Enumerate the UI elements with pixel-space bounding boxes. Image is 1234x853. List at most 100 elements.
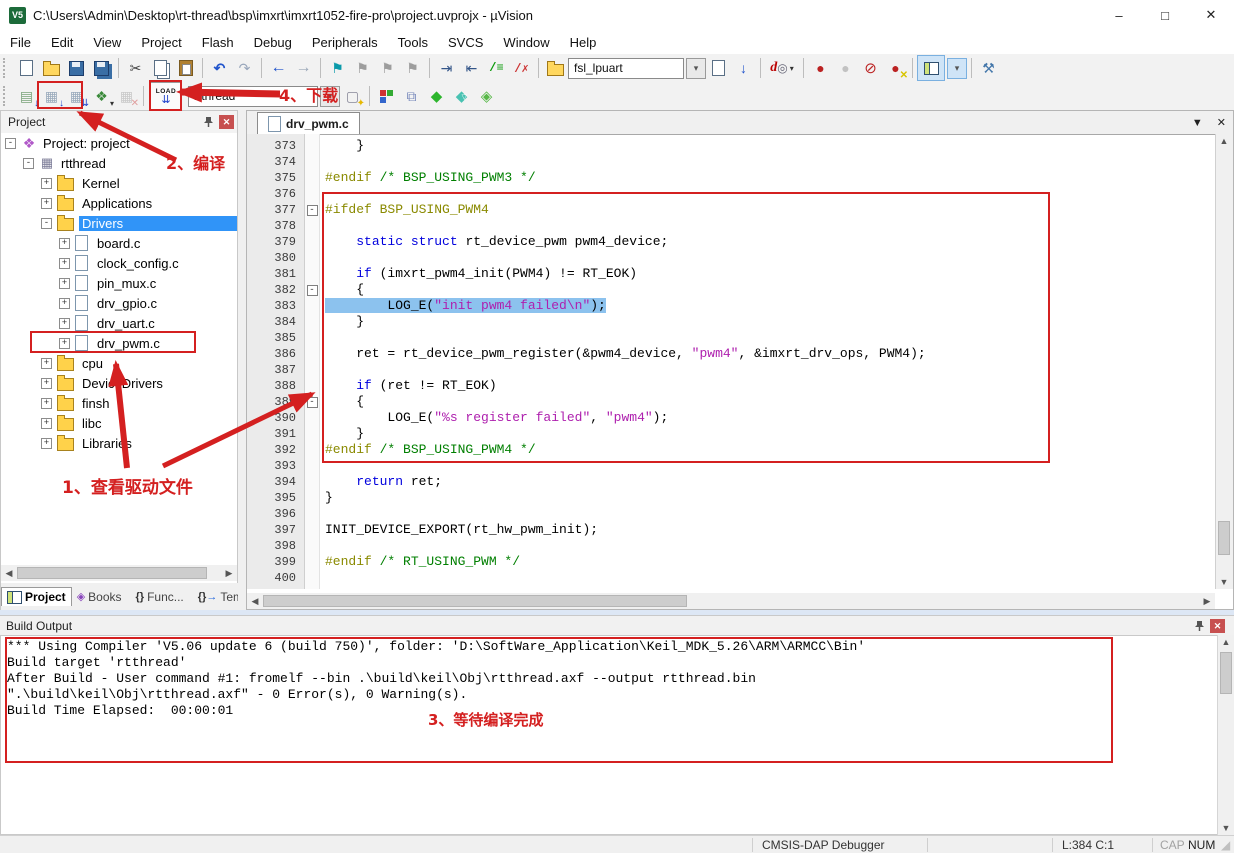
code-line[interactable] xyxy=(325,458,1215,474)
code-line[interactable] xyxy=(325,154,1215,170)
search-in-files-icon[interactable] xyxy=(706,56,731,80)
code-line[interactable]: if (imxrt_pwm4_init(PWM4) != RT_EOK) xyxy=(325,266,1215,282)
expand-icon[interactable]: + xyxy=(41,198,52,209)
options-for-target-icon[interactable]: ▢✦ xyxy=(340,84,365,108)
menu-svcs[interactable]: SVCS xyxy=(438,30,493,54)
copy-icon[interactable] xyxy=(148,56,173,80)
scroll-left-icon[interactable]: ◀ xyxy=(1,566,17,580)
insert-breakpoint-icon[interactable]: ● xyxy=(808,56,833,80)
expand-icon[interactable]: + xyxy=(59,258,70,269)
tree-item-rtthread[interactable]: -▦rtthread xyxy=(1,153,237,173)
expand-icon[interactable]: + xyxy=(41,418,52,429)
save-icon[interactable] xyxy=(64,56,89,80)
navigate-forward-icon[interactable]: → xyxy=(291,56,316,80)
code-line[interactable]: } xyxy=(325,314,1215,330)
expand-icon[interactable]: + xyxy=(59,338,70,349)
expand-icon[interactable]: + xyxy=(59,238,70,249)
books-window-icon[interactable]: ⧉ xyxy=(399,84,424,108)
tab-list-dropdown-icon[interactable]: ▼ xyxy=(1192,117,1203,129)
expand-icon[interactable]: + xyxy=(41,378,52,389)
menu-edit[interactable]: Edit xyxy=(41,30,83,54)
tab-books[interactable]: ◈Books xyxy=(72,588,127,606)
close-button[interactable]: ✕ xyxy=(1188,0,1234,30)
expand-icon[interactable]: + xyxy=(41,438,52,449)
code-line[interactable]: { xyxy=(325,394,1215,410)
project-horizontal-scrollbar[interactable]: ◀ ▶ xyxy=(1,565,237,581)
close-panel-icon[interactable]: ✕ xyxy=(219,115,234,129)
tree-item-drv-gpio-c[interactable]: +drv_gpio.c xyxy=(1,293,237,313)
uncomment-selection-icon[interactable]: /✗ xyxy=(509,56,534,80)
window-list-dropdown-icon[interactable]: ▾ xyxy=(947,58,967,79)
tree-item-libraries[interactable]: +Libraries xyxy=(1,433,237,453)
code-area[interactable]: 3733743753763773783793803813823833843853… xyxy=(247,134,1215,589)
start-debug-session-icon[interactable]: d◎▾ xyxy=(765,56,799,80)
tree-item-applications[interactable]: +Applications xyxy=(1,193,237,213)
scroll-up-icon[interactable]: ▲ xyxy=(1218,635,1234,649)
code-line[interactable] xyxy=(325,538,1215,554)
expand-icon[interactable]: + xyxy=(41,358,52,369)
menu-help[interactable]: Help xyxy=(560,30,607,54)
scroll-down-icon[interactable]: ▼ xyxy=(1218,821,1234,835)
enable-breakpoint-icon[interactable]: ● xyxy=(833,56,858,80)
build-icon[interactable]: ▦↓ xyxy=(39,84,64,108)
panel-splitter[interactable] xyxy=(238,110,246,610)
code-line[interactable] xyxy=(325,218,1215,234)
code-line[interactable]: LOG_E("%s register failed", "pwm4"); xyxy=(325,410,1215,426)
close-document-icon[interactable]: ✕ xyxy=(1217,116,1226,129)
stop-build-icon[interactable]: ▦✕ xyxy=(114,84,139,108)
tree-item-drivers[interactable]: -Drivers xyxy=(1,213,237,233)
undo-icon[interactable]: ↶ xyxy=(207,56,232,80)
disable-all-breakpoints-icon[interactable]: ⊘ xyxy=(858,56,883,80)
pack-installer-icon[interactable]: ◈ xyxy=(474,84,499,108)
menu-peripherals[interactable]: Peripherals xyxy=(302,30,388,54)
menu-tools[interactable]: Tools xyxy=(388,30,438,54)
fold-collapse-icon[interactable]: - xyxy=(307,397,318,408)
tree-item-project-project[interactable]: -❖Project: project xyxy=(1,133,237,153)
code-line[interactable] xyxy=(325,362,1215,378)
batch-build-icon[interactable]: ❖▾ xyxy=(89,84,114,108)
code-line[interactable] xyxy=(325,330,1215,346)
expand-icon[interactable]: + xyxy=(59,318,70,329)
code-line[interactable] xyxy=(325,250,1215,266)
scroll-right-icon[interactable]: ▶ xyxy=(1199,594,1215,608)
code-line[interactable]: LOG_E("init pwm4 failed\n"); xyxy=(325,298,1215,314)
tree-item-pin-mux-c[interactable]: +pin_mux.c xyxy=(1,273,237,293)
paste-icon[interactable] xyxy=(173,56,198,80)
document-tab[interactable]: drv_pwm.c xyxy=(257,112,360,134)
code-line[interactable] xyxy=(325,186,1215,202)
toolbar-grip[interactable] xyxy=(3,86,10,106)
tree-item-libc[interactable]: +libc xyxy=(1,413,237,433)
clear-bookmarks-icon[interactable]: ⚑ xyxy=(400,56,425,80)
incremental-find-icon[interactable]: ↓ xyxy=(731,56,756,80)
code-line[interactable]: #endif /* RT_USING_PWM */ xyxy=(325,554,1215,570)
tree-item-board-c[interactable]: +board.c xyxy=(1,233,237,253)
menu-flash[interactable]: Flash xyxy=(192,30,244,54)
maximize-button[interactable]: □ xyxy=(1142,0,1188,30)
tree-item-drv-pwm-c[interactable]: +drv_pwm.c xyxy=(1,333,237,353)
new-file-icon[interactable] xyxy=(14,56,39,80)
expand-icon[interactable]: + xyxy=(41,398,52,409)
cut-icon[interactable]: ✂ xyxy=(123,56,148,80)
find-in-files-icon[interactable] xyxy=(543,56,568,80)
code-line[interactable]: } xyxy=(325,138,1215,154)
fold-collapse-icon[interactable]: - xyxy=(307,285,318,296)
search-combobox[interactable]: fsl_lpuart xyxy=(568,58,684,79)
prev-bookmark-icon[interactable]: ⚑ xyxy=(350,56,375,80)
scroll-left-icon[interactable]: ◀ xyxy=(247,594,263,608)
target-select[interactable]: rtthread xyxy=(188,86,318,107)
search-combobox-dropdown-icon[interactable]: ▾ xyxy=(686,58,706,79)
scrollbar-thumb[interactable] xyxy=(17,567,207,579)
collapse-icon[interactable]: - xyxy=(41,218,52,229)
scroll-up-icon[interactable]: ▲ xyxy=(1216,134,1232,148)
code-line[interactable]: #ifdef BSP_USING_PWM4 xyxy=(325,202,1215,218)
code-line[interactable]: static struct rt_device_pwm pwm4_device; xyxy=(325,234,1215,250)
code-line[interactable] xyxy=(325,570,1215,586)
window-list-button[interactable] xyxy=(917,55,945,81)
scrollbar-thumb[interactable] xyxy=(1220,652,1232,694)
code-line[interactable] xyxy=(325,506,1215,522)
code-line[interactable]: #endif /* BSP_USING_PWM4 */ xyxy=(325,442,1215,458)
code-line[interactable]: ret = rt_device_pwm_register(&pwm4_devic… xyxy=(325,346,1215,362)
editor-horizontal-scrollbar[interactable]: ◀ ▶ xyxy=(247,593,1215,609)
select-software-packs-icon[interactable]: ◆▽ xyxy=(449,84,474,108)
tab-functions[interactable]: {}Func... xyxy=(131,588,189,606)
